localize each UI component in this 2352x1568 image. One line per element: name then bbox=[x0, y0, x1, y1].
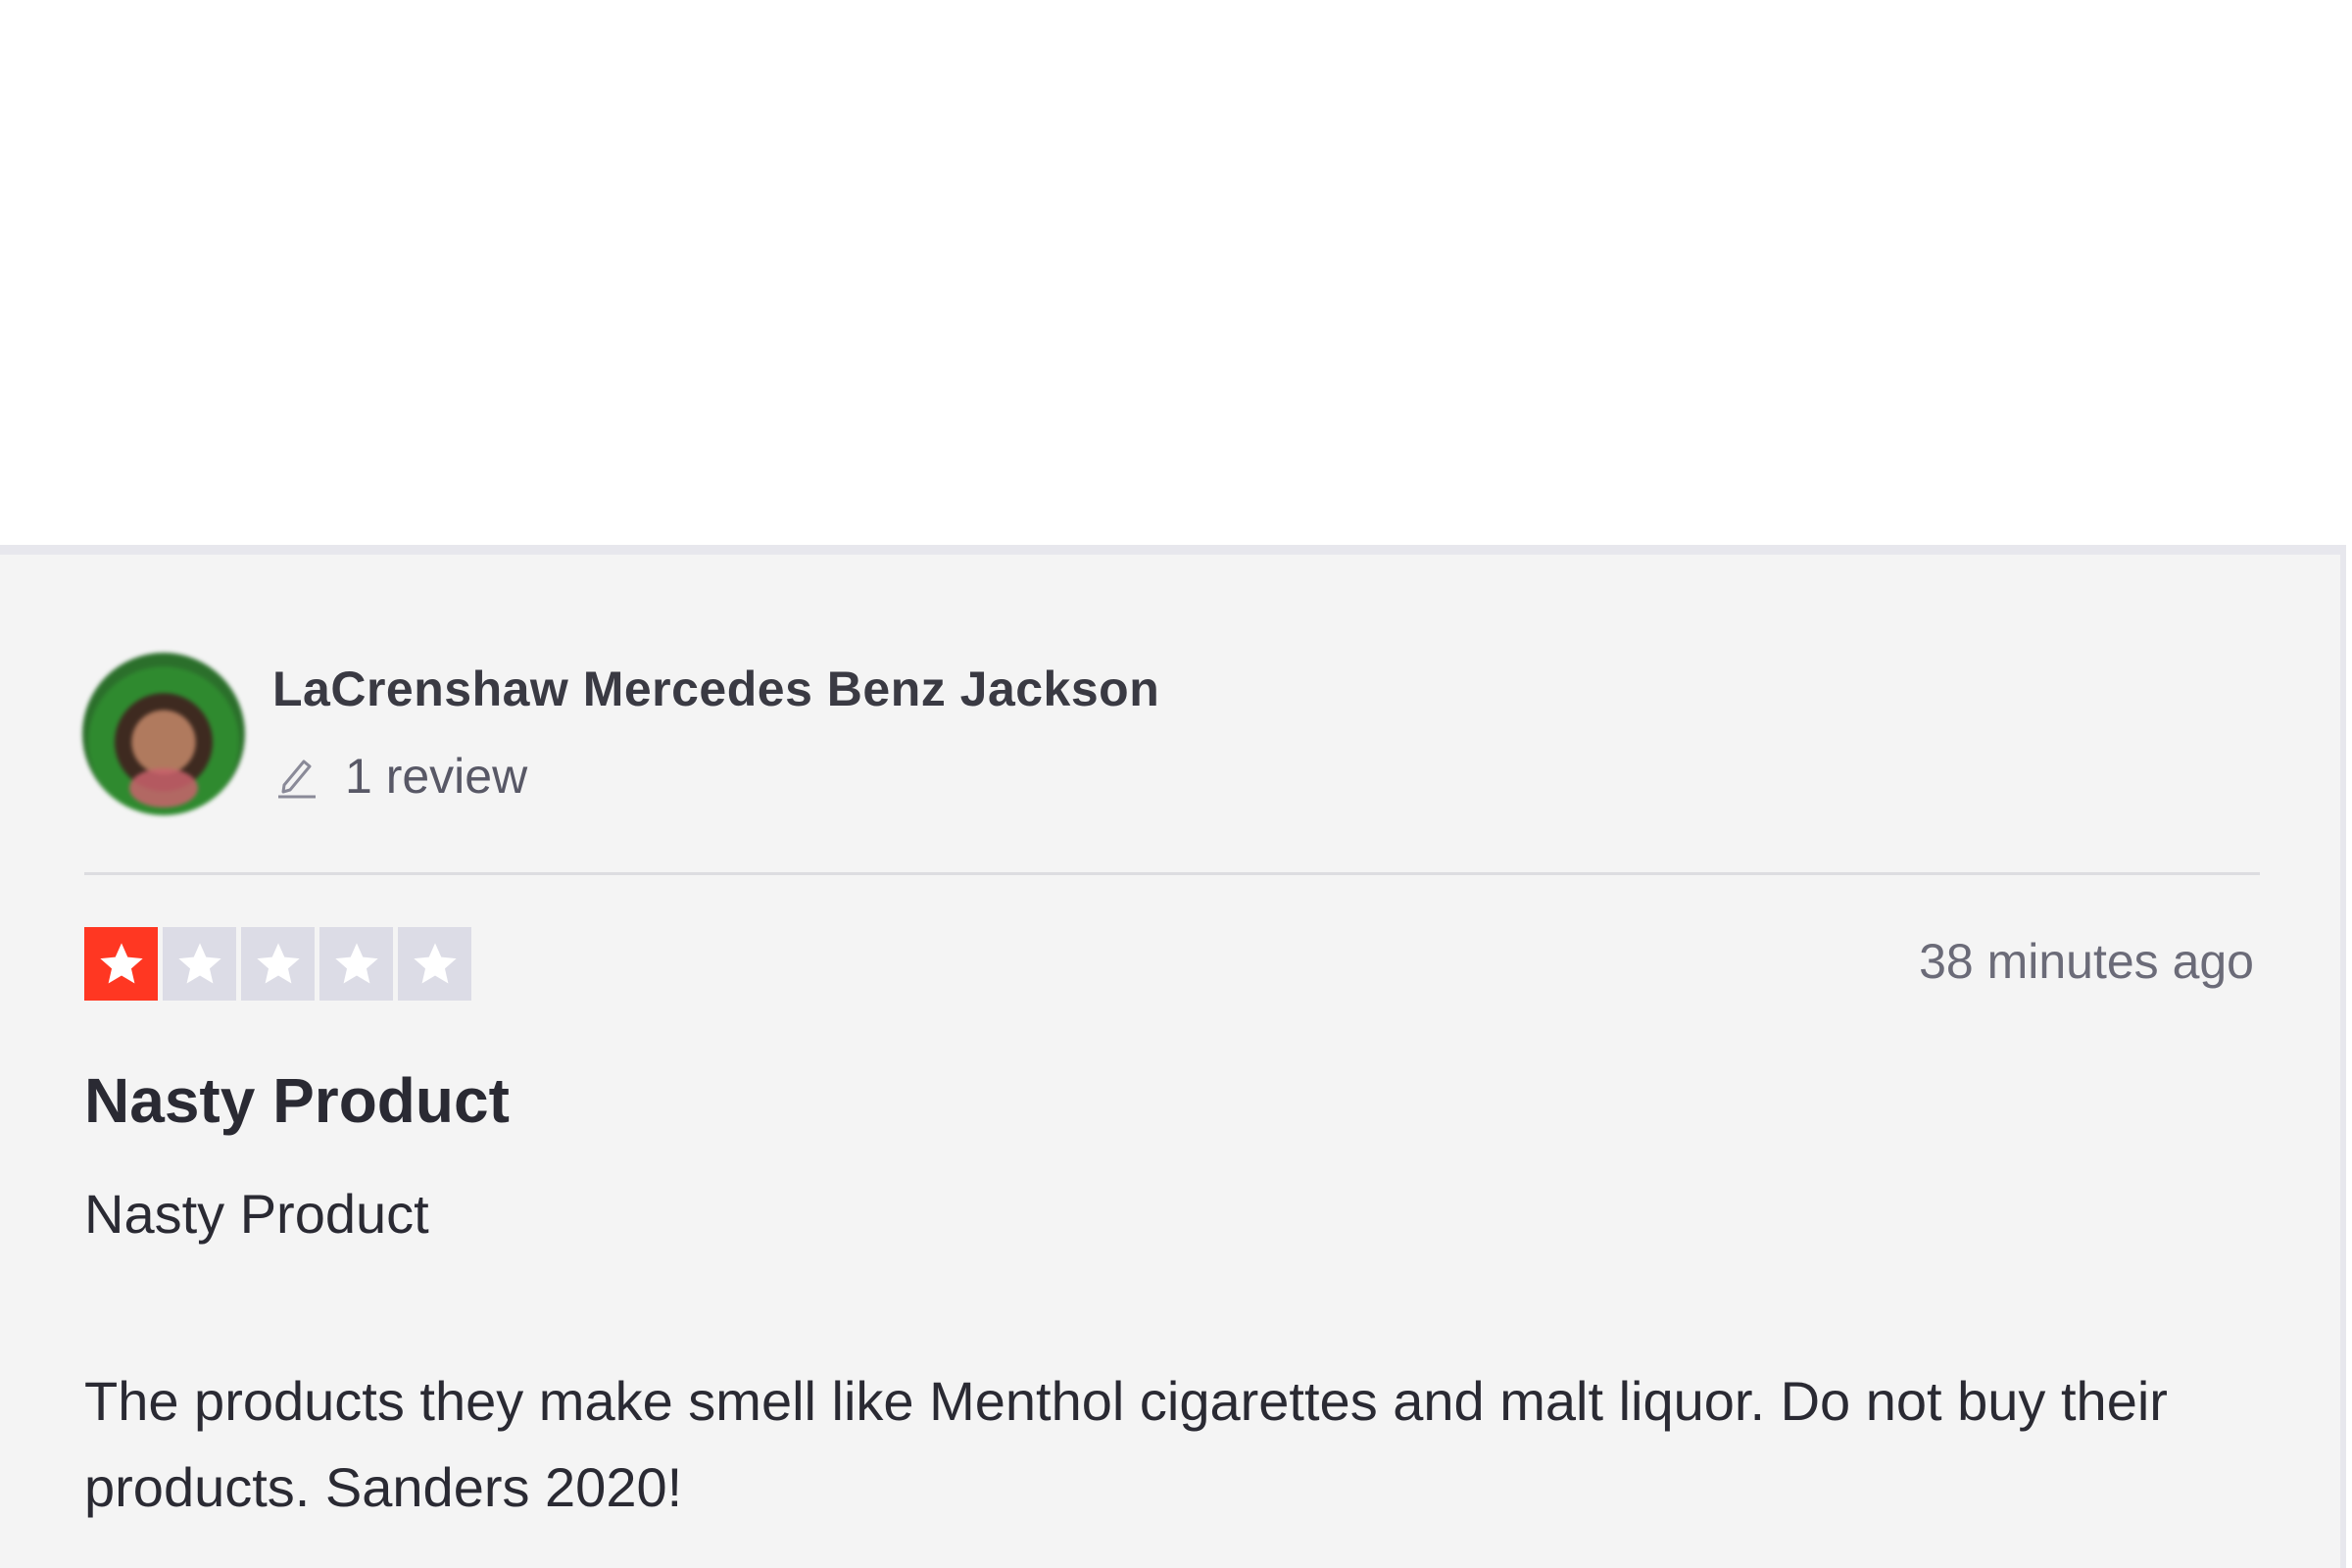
star-icon bbox=[163, 927, 236, 1001]
star-icon bbox=[398, 927, 471, 1001]
review-card: LaCrenshaw Mercedes Benz Jackson 1 revie… bbox=[0, 545, 2346, 1568]
star-rating bbox=[84, 927, 476, 1001]
star-icon bbox=[319, 927, 393, 1001]
top-blank-area bbox=[0, 0, 2352, 545]
reviewer-avatar[interactable] bbox=[82, 653, 245, 815]
review-subtitle: Nasty Product bbox=[84, 1183, 429, 1245]
review-title[interactable]: Nasty Product bbox=[84, 1064, 510, 1137]
review-count: 1 review bbox=[345, 749, 528, 804]
review-timestamp: 38 minutes ago bbox=[1919, 934, 2254, 989]
star-icon bbox=[241, 927, 315, 1001]
reviewer-name[interactable]: LaCrenshaw Mercedes Benz Jackson bbox=[272, 661, 1159, 717]
review-count-row[interactable]: 1 review bbox=[272, 747, 527, 806]
review-body: The products they make smell like Mentho… bbox=[84, 1370, 2168, 1518]
pencil-icon bbox=[278, 760, 316, 799]
divider bbox=[84, 872, 2260, 875]
star-icon bbox=[84, 927, 158, 1001]
